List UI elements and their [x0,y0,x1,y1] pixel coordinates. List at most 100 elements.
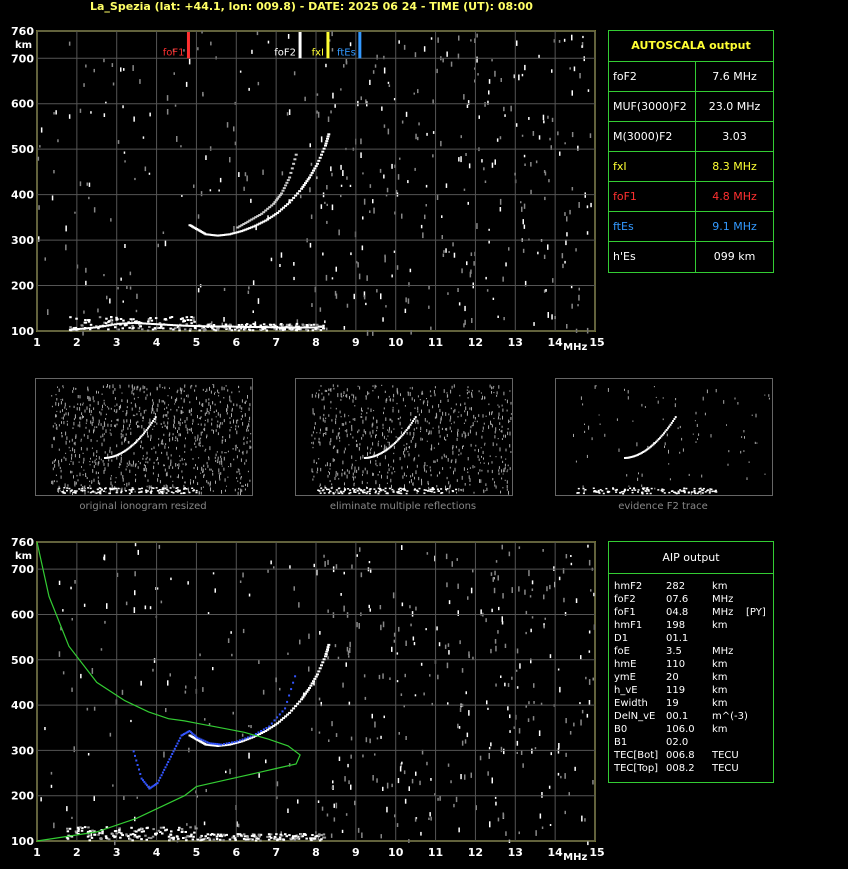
noise-dot [372,775,374,781]
thumb-noise [381,384,383,386]
thumb-noise [246,450,248,453]
thumb-noise [429,466,431,469]
caption-f2-trace: evidence F2 trace [618,501,708,512]
thumb-e-trace [708,492,711,494]
thumb-noise [85,426,87,429]
noise-dot [509,714,511,719]
thumb-noise [499,447,501,452]
trace-point [68,328,72,331]
noise-dot [405,297,407,303]
noise-dot [403,770,406,775]
thumb-noise [178,474,179,478]
noise-dot [364,696,367,700]
thumb-e-trace [347,488,350,490]
noise-dot [491,777,493,784]
noise-dot [262,689,265,695]
thumb-noise [336,435,338,440]
noise-dot [397,778,400,784]
thumb-noise [355,396,357,400]
noise-dot [564,212,566,216]
thumb-e-trace [615,491,618,493]
noise-dot [472,656,474,660]
thumb-noise [157,457,159,461]
thumb-noise [120,463,122,466]
trace-point [324,653,328,655]
thumb-e-trace [125,490,127,492]
thumb-noise [337,384,339,388]
noise-dot [470,252,473,256]
aip-unit: MHz [712,594,734,605]
noise-dot [415,771,417,776]
e-band-dot [181,830,184,833]
noise-dot [358,623,360,629]
thumb-noise [379,462,381,466]
noise-dot [409,605,411,609]
e-band-dot [156,326,159,329]
thumb-noise [74,482,76,487]
trace-point [163,768,166,771]
thumb-noise [618,448,620,452]
thumb-e-trace [699,487,702,490]
thumb-noise [56,480,58,483]
thumb-noise [158,438,160,440]
thumb-noise [210,390,212,394]
thumb-noise [510,451,512,453]
autoscala-key: ftEs [613,220,634,233]
thumb-e-trace [358,488,361,490]
thumb-noise [247,395,248,399]
thumb-noise [178,427,180,431]
thumb-noise [140,387,142,390]
thumb-noise [237,419,239,422]
noise-dot [333,817,336,822]
x-tick-label: 9 [352,336,360,349]
thumb-noise [111,459,113,462]
thumb-noise [244,401,246,404]
thumb-noise [416,427,418,430]
thumb-noise [211,422,213,426]
thumb-noise [219,478,221,481]
trace-point [161,323,165,326]
noise-dot [497,630,499,634]
thumb-noise [367,446,369,450]
e-band-dot [154,317,158,320]
caption-no-multiples: eliminate multiple reflections [329,501,477,512]
aip-flag: [PY] [746,607,766,618]
trace-point [276,326,280,329]
thumb-noise [470,425,472,429]
thumb-noise [478,448,479,453]
noise-dot [73,746,75,753]
y-tick-label: 400 [11,699,34,712]
thumb-noise [194,442,196,445]
noise-dot [279,687,281,691]
trace-point [325,650,329,653]
trace-point [179,737,182,740]
thumb-noise [223,456,225,461]
e-band-dot [84,319,87,321]
thumb-e-trace [601,490,604,492]
thumb-noise [83,469,85,471]
thumb-noise [240,476,242,478]
noise-dot [500,78,502,82]
thumb-e-trace [338,492,341,494]
thumb-noise [364,467,366,471]
noise-dot [445,248,447,253]
thumb-noise [135,479,136,483]
noise-dot [239,580,242,583]
thumb-noise [188,409,190,413]
noise-dot [503,748,505,755]
thumb-noise [403,472,405,476]
thumb-noise [195,475,197,479]
thumb-noise [318,440,320,444]
thumb-noise [132,387,134,391]
thumb-e-trace [341,492,344,495]
e-band-dot [121,327,124,330]
thumb-noise [586,454,588,458]
e-band-dot [170,830,173,833]
e-band-dot [251,329,255,332]
thumb-noise [594,385,596,389]
thumb-noise [471,392,473,396]
thumb-e-trace [130,491,133,493]
aip-key: h_vE [614,685,638,696]
thumb-noise [175,427,176,430]
thumb-e-trace [193,489,195,491]
